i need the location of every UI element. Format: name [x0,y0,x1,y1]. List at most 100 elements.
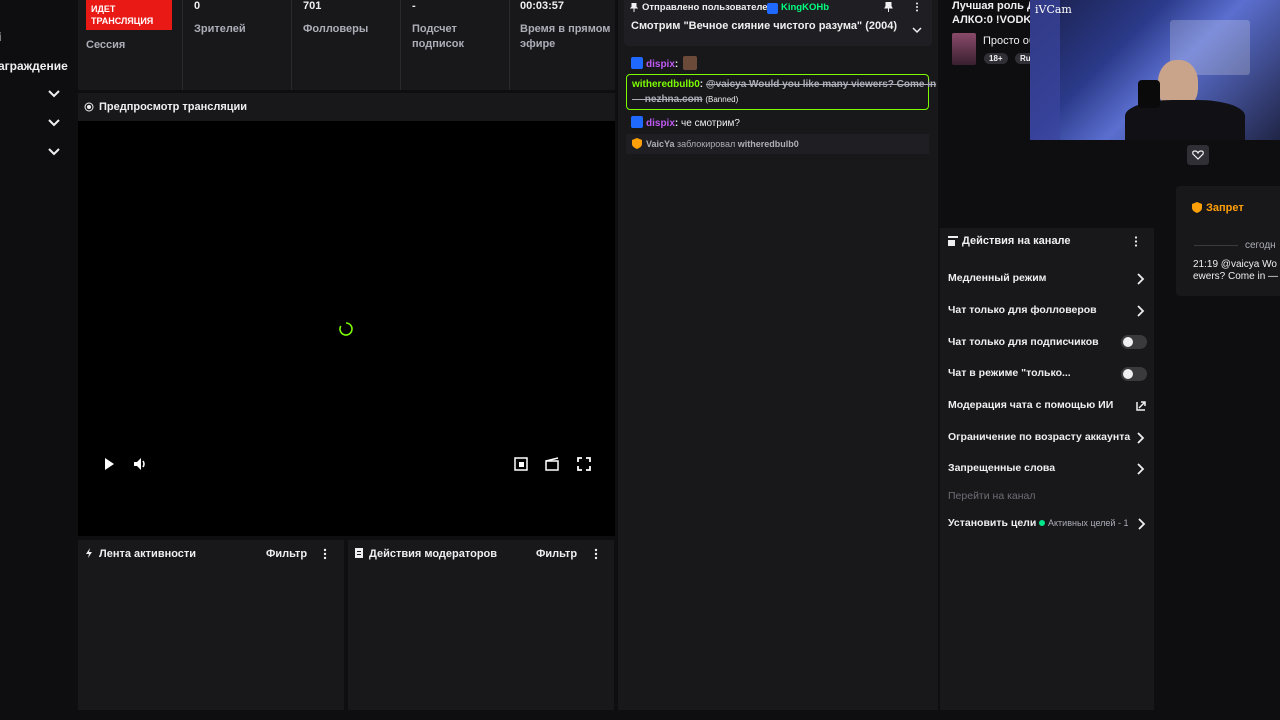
lightning-icon [86,548,92,558]
chevron-down-icon[interactable] [47,145,61,159]
chat-username[interactable]: witheredbulb0 [632,79,700,90]
cam-watermark: iVCam [1035,3,1072,16]
video-player[interactable] [78,121,615,536]
pinned-by-label: Отправлено пользователем [642,2,775,13]
stat-subs: - Подсчет подписок [404,0,510,90]
followers-only-item[interactable]: Чат только для фолловеров [948,304,1097,316]
ban-message-line2: ewers? Come in — [1193,271,1279,282]
ban-label: Запрет [1206,202,1244,214]
chevron-right-icon[interactable] [1134,463,1146,475]
category-name[interactable]: Просто об [983,35,1035,47]
webcam-overlay: iVCam [1030,0,1280,140]
category-boxart[interactable] [952,33,976,65]
ban-event-panel: Запрет сегодн 21:19 @vaicya Wo ewers? Co… [1176,186,1280,296]
more-options-icon[interactable] [914,2,920,12]
activity-filter-button[interactable]: Фильтр [266,548,307,560]
shield-icon [1192,202,1202,213]
chevron-right-icon[interactable] [1134,432,1146,444]
mod-event-actor: VaicYa [646,139,675,149]
mod-event-text: VaicYa заблокировал witheredbulb0 [646,139,799,149]
stream-title-line2: АЛКО:0 !VODKA [952,14,1040,26]
document-icon [355,548,363,558]
pin-icon [630,3,638,12]
heart-button[interactable] [1187,145,1209,165]
chevron-down-icon[interactable] [912,26,922,34]
stat-viewers-label: Зрителей [194,23,246,35]
stat-viewers-value: 0 [194,0,201,12]
goals-status: Активных целей - 1 [1048,518,1129,528]
clip-icon[interactable] [544,456,560,472]
chevron-right-icon[interactable] [1134,273,1146,285]
subscribers-only-item: Чат только для подписчиков [948,336,1099,348]
mod-actions-panel: Действия модераторов Фильтр [348,540,614,710]
blocked-words-item[interactable]: Запрещенные слова [948,462,1055,474]
preview-header: Предпросмотр трансляции [78,93,615,121]
more-options-icon[interactable] [322,548,328,560]
chat-username[interactable]: dispix [646,118,675,129]
divider [1194,245,1238,246]
mod-actions-filter-button[interactable]: Фильтр [536,548,577,560]
mini-player-icon[interactable] [513,456,529,472]
chevron-right-icon[interactable] [1135,518,1147,530]
banned-status: (Banned) [705,95,739,104]
chevron-right-icon[interactable] [1134,305,1146,317]
volume-icon[interactable] [132,456,148,472]
chevron-down-icon[interactable] [47,87,61,101]
ai-moderation-item[interactable]: Модерация чата с помощью ИИ [948,399,1113,411]
stat-live-time-label: Время в прямом эфире [520,23,611,50]
set-goals-item[interactable]: Установить цели [948,517,1036,529]
chat-message[interactable]: witheredbulb0: @vaicya Would you like ma… [632,79,936,90]
pinned-message[interactable]: Отправлено пользователем KingKOHb Смотри… [624,0,932,46]
preview-title: Предпросмотр трансляции [99,101,248,113]
tag-18plus[interactable]: 18+ [984,53,1008,64]
chat-message[interactable]: dispix: [631,56,698,70]
chat-message-text: че смотрим? [681,118,740,129]
unpin-icon[interactable] [884,2,893,12]
more-options-icon[interactable] [593,548,599,560]
stat-session: ИДЕТ ТРАНСЛЯЦИЯ Сессия [78,0,183,90]
emote-only-toggle[interactable] [1121,367,1147,381]
chat-username[interactable]: dispix [646,59,675,70]
account-age-item[interactable]: Ограничение по возрасту аккаунта [948,431,1130,443]
chat-message[interactable]: dispix: че смотрим? [631,116,740,129]
mod-event-row: VaicYa заблокировал witheredbulb0 [626,134,929,154]
emote-image [683,56,698,70]
stat-followers-value: 701 [303,0,322,12]
more-options-icon[interactable] [1133,236,1139,247]
channel-actions-title: Действия на канале [962,235,1071,247]
pinned-by-user[interactable]: KingKOHb [781,2,829,13]
today-label: сегодн [1245,240,1276,251]
mod-badge-icon [631,116,643,128]
stat-subs-value: - [412,0,416,12]
ban-message-line1: 21:19 @vaicya Wo [1193,259,1277,270]
loading-spinner-icon [339,322,353,336]
deleted-message-text: — nezhna.com [632,94,703,105]
slow-mode-item[interactable]: Медленный режим [948,272,1046,284]
emote-only-item: Чат в режиме "только... [948,367,1071,379]
stat-subs-label: Подсчет подписок [412,23,464,50]
stream-stats-bar: ИДЕТ ТРАНСЛЯЦИЯ Сессия 0 Зрителей 701 Фо… [78,0,615,90]
chat-message-continued: — nezhna.com (Banned) [632,94,738,105]
go-to-channel-link[interactable]: Перейти на канал [948,490,1036,502]
chevron-down-icon[interactable] [47,116,61,130]
background-light [1030,0,1060,140]
sidebar-text-2: аграждение [0,59,68,73]
status-dot-icon [1039,520,1045,526]
heart-icon [1192,150,1204,160]
external-link-icon[interactable] [1135,400,1147,412]
stream-title-line1: Лучшая роль Д [952,0,1035,12]
subscribers-only-toggle[interactable] [1121,335,1147,349]
pinned-text: Смотрим "Вечное сияние чистого разума" (… [631,20,898,32]
channel-actions-icon [948,236,958,246]
shield-icon [632,138,642,149]
activity-feed-panel: Лента активности Фильтр [78,540,344,710]
stat-live-time-value: 00:03:57 [520,0,565,12]
mod-event-action: заблокировал [677,139,736,149]
mod-badge-icon [631,57,643,69]
play-icon[interactable] [101,456,117,472]
broadcast-icon [84,102,94,112]
fullscreen-icon[interactable] [576,456,592,472]
sidebar-text-1: і [0,30,1,44]
stat-viewers: 0 Зрителей [186,0,292,90]
stat-live-time: 00:03:57 Время в прямом эфире [512,0,615,90]
